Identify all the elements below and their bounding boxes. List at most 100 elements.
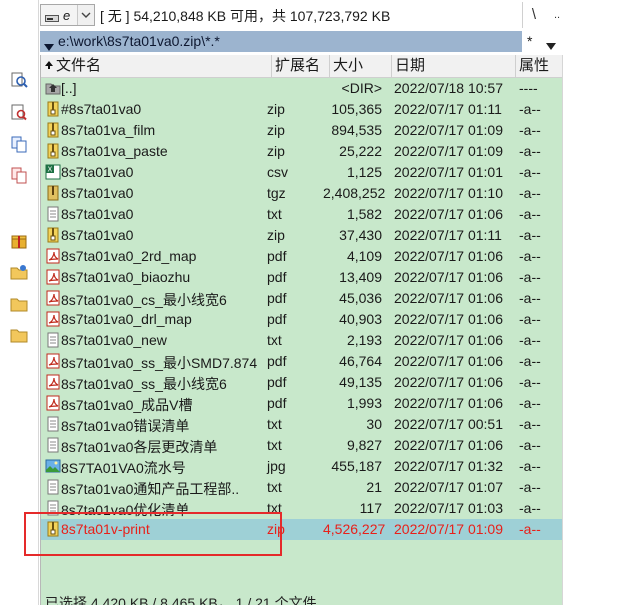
file-attr: -a-- bbox=[519, 458, 541, 474]
file-attr: -a-- bbox=[519, 185, 541, 201]
zip-icon bbox=[45, 122, 61, 138]
pdf-icon bbox=[45, 248, 61, 264]
filter-star-button[interactable]: * bbox=[527, 33, 532, 49]
column-ext-header[interactable]: 扩展名 bbox=[272, 55, 330, 77]
path-bar[interactable]: e:\work\8s7ta01va0.zip\*.* bbox=[40, 31, 522, 52]
gift-pack-icon[interactable] bbox=[10, 232, 28, 250]
pdf-icon bbox=[45, 353, 61, 369]
file-attr: -a-- bbox=[519, 269, 541, 285]
file-name: 8S7TA01VA0流水号 bbox=[61, 460, 186, 476]
file-row[interactable]: 8s7ta01va0_ss_最小SMD7.874 pdf 46,764 2022/07… bbox=[41, 351, 562, 372]
file-row[interactable]: 8s7ta01va0_成品V槽 pdf 1,993 2022/07/17 01:06-… bbox=[41, 393, 562, 414]
file-size: 37,430 bbox=[339, 227, 382, 243]
file-size: 9,827 bbox=[346, 437, 382, 453]
file-row[interactable]: 8s7ta01va_film zip 894,535 2022/07/17 01:09… bbox=[41, 120, 562, 141]
file-ext: jpg bbox=[267, 458, 286, 474]
file-row[interactable]: 8s7ta01va0_new txt 2,193 2022/07/17 01:06 -a… bbox=[41, 330, 562, 351]
file-date: 2022/07/17 01:11 bbox=[394, 101, 502, 117]
search-doc-icon[interactable] bbox=[10, 103, 28, 121]
file-ext: zip bbox=[267, 227, 285, 243]
file-size: 46,764 bbox=[339, 353, 382, 369]
file-attr: -a-- bbox=[519, 311, 541, 327]
file-size: 13,409 bbox=[339, 269, 382, 285]
file-name: 8s7ta01va0_new bbox=[61, 332, 167, 348]
file-size: 455,187 bbox=[331, 458, 382, 474]
chevron-down-icon[interactable] bbox=[77, 5, 94, 25]
file-row[interactable]: 8s7ta01va0_drl_map pdf 40,903 2022/07/17 01… bbox=[41, 309, 562, 330]
column-date-header[interactable]: 日期 bbox=[392, 55, 516, 77]
file-attr: -a-- bbox=[519, 164, 541, 180]
file-size: 4,526,227 bbox=[323, 521, 386, 537]
file-ext: txt bbox=[267, 332, 282, 348]
pdf-icon bbox=[45, 395, 61, 411]
file-row[interactable]: [..] <DIR> 2022/07/18 10:57 ---- bbox=[41, 78, 562, 99]
file-ext: pdf bbox=[267, 374, 287, 390]
new-folder-icon[interactable] bbox=[10, 263, 28, 281]
file-ext: zip bbox=[267, 122, 285, 138]
file-name: 8s7ta01va0_biaozhu bbox=[61, 269, 191, 285]
file-attr: -a-- bbox=[519, 206, 541, 222]
drive-icon bbox=[45, 10, 59, 22]
file-row[interactable]: 8s7ta01va_paste zip 25,222 2022/07/17 01:09… bbox=[41, 141, 562, 162]
root-dir-button[interactable]: \ bbox=[522, 2, 545, 28]
file-size: 25,222 bbox=[339, 143, 382, 159]
file-ext: tgz bbox=[267, 185, 286, 201]
file-name: #8s7ta01va0 bbox=[61, 101, 142, 117]
file-size: 2,193 bbox=[346, 332, 382, 348]
history-dropdown-icon[interactable] bbox=[546, 37, 556, 53]
file-row[interactable]: 8s7ta01va0 tgz 2,408,252 2022/07/17 01:10 -a… bbox=[41, 183, 562, 204]
file-row[interactable]: 8s7ta01va0通知产品工程部.. txt 21 2022/07/17 01:07… bbox=[41, 477, 562, 498]
column-name-header[interactable]: 文件名 bbox=[41, 55, 272, 77]
file-name: 8s7ta01va0_ss_最小线宽6 bbox=[61, 376, 227, 392]
column-size-header[interactable]: 大小 bbox=[330, 55, 392, 77]
file-row[interactable]: 8s7ta01va0_biaozhu pdf 13,409 2022/07/17 01… bbox=[41, 267, 562, 288]
svg-text:X: X bbox=[48, 166, 53, 174]
file-name: 8s7ta01va0_cs_最小线宽6 bbox=[61, 292, 227, 308]
file-row[interactable]: 8s7ta01va0_2rd_map pdf 4,109 2022/07/17 01:… bbox=[41, 246, 562, 267]
file-attr: -a-- bbox=[519, 500, 541, 516]
file-ext: txt bbox=[267, 479, 282, 495]
file-size: 2,408,252 bbox=[323, 185, 386, 201]
file-attr: -a-- bbox=[519, 332, 541, 348]
file-name: 8s7ta01va0_成品V槽 bbox=[61, 397, 193, 413]
file-size: 1,582 bbox=[346, 206, 382, 222]
file-row[interactable]: 8s7ta01va0 zip 37,430 2022/07/17 01:11 -a-- bbox=[41, 225, 562, 246]
file-name: 8s7ta01va0 bbox=[61, 227, 134, 243]
file-row[interactable]: 8s7ta01va0_cs_最小线宽6 pdf 45,036 2022/07/17 0… bbox=[41, 288, 562, 309]
status-bar: 已选择 4,420 KB / 8,465 KB， 1 / 21 个文件 bbox=[45, 595, 317, 605]
file-row[interactable]: X 8s7ta01va0 csv 1,125 2022/07/17 01:01 -a-- bbox=[41, 162, 562, 183]
file-name: 8s7ta01va0 bbox=[61, 206, 134, 222]
file-list: [..] <DIR> 2022/07/18 10:57 ---- #8s7ta01va… bbox=[41, 78, 562, 540]
file-name: 8s7ta01va_film bbox=[61, 122, 156, 138]
column-name-label: 文件名 bbox=[56, 57, 102, 74]
file-ext: txt bbox=[267, 206, 282, 222]
pdf-icon bbox=[45, 290, 61, 306]
file-date: 2022/07/17 01:06 bbox=[394, 269, 503, 285]
zip-icon bbox=[45, 101, 61, 117]
drive-selector[interactable]: e bbox=[40, 4, 95, 26]
file-ext: zip bbox=[267, 101, 285, 117]
find-files-icon[interactable] bbox=[10, 71, 28, 89]
file-attr: -a-- bbox=[519, 248, 541, 264]
file-row[interactable]: 8s7ta01va0各层更改清单 txt 9,827 2022/07/17 01:06… bbox=[41, 435, 562, 456]
folder-icon[interactable] bbox=[10, 295, 28, 313]
path-dropdown-icon[interactable] bbox=[44, 38, 54, 54]
file-size: 105,365 bbox=[331, 101, 382, 117]
file-row[interactable]: 8s7ta01va0错误清单 txt 30 2022/07/17 00:51 -a-- bbox=[41, 414, 562, 435]
file-date: 2022/07/17 01:01 bbox=[394, 164, 503, 180]
folder-open-icon[interactable] bbox=[10, 326, 28, 344]
file-attr: -a-- bbox=[519, 143, 541, 159]
file-row[interactable]: 8s7ta01va0 txt 1,582 2022/07/17 01:06 -a-- bbox=[41, 204, 562, 225]
copy-icon[interactable] bbox=[10, 135, 28, 153]
file-date: 2022/07/17 01:11 bbox=[394, 227, 502, 243]
move-icon[interactable] bbox=[10, 166, 28, 184]
file-attr: -a-- bbox=[519, 227, 541, 243]
file-row[interactable]: 8s7ta01va0_ss_最小线宽6 pdf 49,135 2022/07/17 0… bbox=[41, 372, 562, 393]
parent-dir-button[interactable]: .. bbox=[546, 2, 568, 28]
file-attr: -a-- bbox=[519, 479, 541, 495]
file-row[interactable]: 8S7TA01VA0流水号 jpg 455,187 2022/07/17 01:32-… bbox=[41, 456, 562, 477]
column-attr-header[interactable]: 属性 bbox=[516, 55, 562, 77]
file-ext: pdf bbox=[267, 248, 287, 264]
file-date: 2022/07/17 01:06 bbox=[394, 374, 503, 390]
file-row[interactable]: #8s7ta01va0 zip 105,365 2022/07/17 01:11 -a-… bbox=[41, 99, 562, 120]
